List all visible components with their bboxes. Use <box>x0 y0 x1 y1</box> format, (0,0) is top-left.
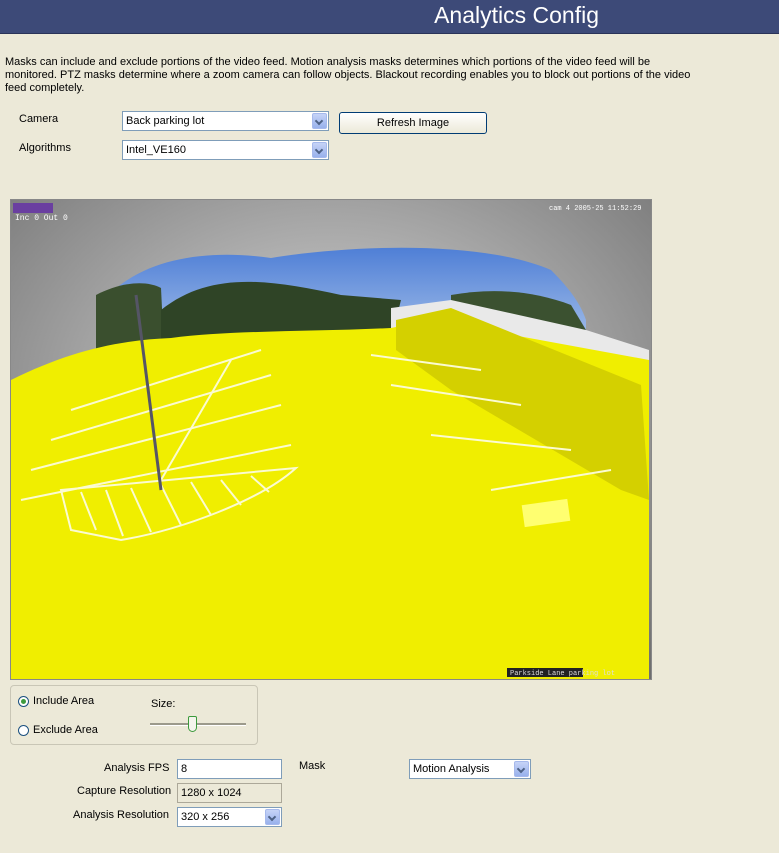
brand-badge <box>13 203 53 213</box>
intro-text: Masks can include and exclude portions o… <box>5 56 691 94</box>
exclude-area-radio[interactable] <box>18 725 29 736</box>
capture-resolution-label: Capture Resolution <box>77 785 172 797</box>
size-slider-thumb[interactable] <box>188 716 197 732</box>
page-title: Analytics Config <box>434 2 599 28</box>
video-canvas[interactable]: Inc 0 Out 0 cam 4 2005-25 11:52:29 Parks… <box>11 200 651 679</box>
analysis-resolution-select[interactable]: 320 x 256 <box>177 807 282 827</box>
overlay-top-right: cam 4 2005-25 11:52:29 <box>549 205 641 213</box>
size-slider-track[interactable] <box>150 723 246 726</box>
capture-resolution-value: 1280 x 1024 <box>177 783 282 803</box>
include-area-radio[interactable] <box>18 696 29 707</box>
chevron-down-icon[interactable] <box>312 142 327 158</box>
include-area-label[interactable]: Include Area <box>33 695 94 707</box>
analysis-resolution-value: 320 x 256 <box>181 811 230 823</box>
refresh-image-button[interactable]: Refresh Image <box>339 112 487 134</box>
camera-video-feed[interactable]: Inc 0 Out 0 cam 4 2005-25 11:52:29 Parks… <box>10 199 652 680</box>
algorithms-label: Algorithms <box>19 142 71 154</box>
algorithms-value: Intel_VE160 <box>126 144 186 156</box>
overlay-bottom-right: Parkside Lane parking lot <box>510 670 615 678</box>
analysis-fps-label: Analysis FPS <box>104 762 170 774</box>
page-header: Analytics Config <box>0 0 779 34</box>
chevron-down-icon[interactable] <box>265 809 280 825</box>
size-label: Size: <box>151 698 176 710</box>
analysis-resolution-label: Analysis Resolution <box>73 809 169 821</box>
mask-value: Motion Analysis <box>413 763 490 775</box>
exclude-area-label[interactable]: Exclude Area <box>33 724 98 736</box>
algorithms-select[interactable]: Intel_VE160 <box>122 140 329 160</box>
analysis-fps-input[interactable]: 8 <box>177 759 282 779</box>
mask-select[interactable]: Motion Analysis <box>409 759 531 779</box>
chevron-down-icon[interactable] <box>312 113 327 129</box>
camera-label: Camera <box>19 113 59 125</box>
overlay-top-left: Inc 0 Out 0 <box>15 214 68 223</box>
chevron-down-icon[interactable] <box>514 761 529 777</box>
camera-select[interactable]: Back parking lot <box>122 111 329 131</box>
mask-label: Mask <box>299 760 326 772</box>
camera-value: Back parking lot <box>126 115 205 127</box>
mask-area-panel: Include Area Exclude Area Size: <box>10 685 258 745</box>
